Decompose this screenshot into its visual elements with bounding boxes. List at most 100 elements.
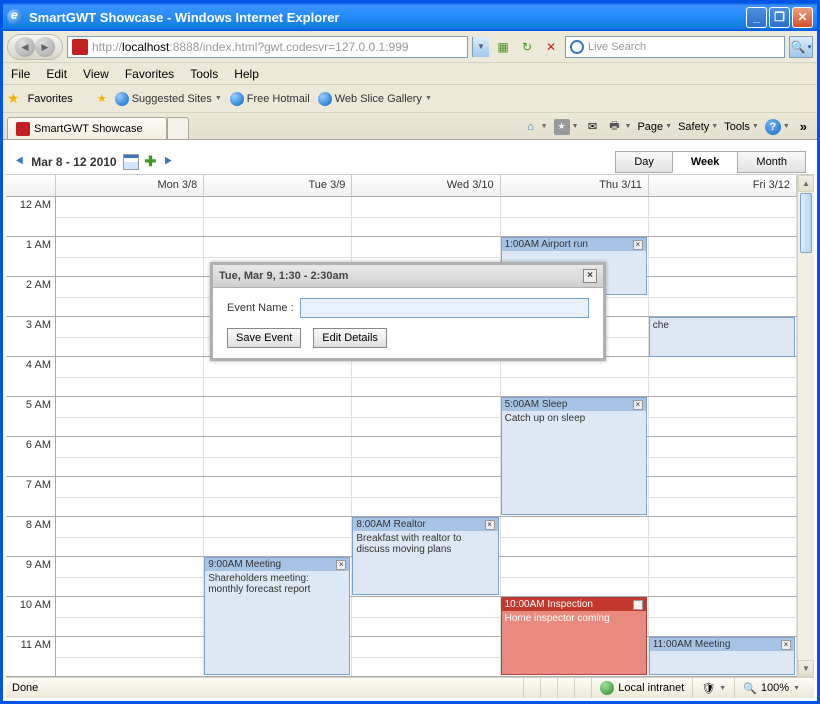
event-close-icon[interactable]: × (336, 560, 346, 570)
event-body: Home inspector coming (502, 611, 646, 626)
scroll-thumb[interactable] (800, 193, 812, 253)
rss-button[interactable]: ★▼ (554, 119, 579, 135)
tools-menu[interactable]: Tools ▼ (724, 121, 759, 133)
hour-row[interactable]: 10 AM (6, 597, 797, 637)
maximize-button[interactable]: ❐ (769, 7, 790, 28)
close-button[interactable]: ✕ (792, 7, 813, 28)
time-label: 6 AM (6, 437, 56, 476)
menu-tools[interactable]: Tools (190, 67, 218, 81)
event-close-icon[interactable]: × (633, 400, 643, 410)
compat-icon[interactable]: ▦ (493, 37, 513, 57)
add-favorite-icon[interactable]: ★ (97, 92, 107, 105)
time-label: 2 AM (6, 277, 56, 316)
refresh-icon[interactable]: ↻ (517, 37, 537, 57)
page-menu[interactable]: Page ▼ (637, 121, 672, 133)
stop-icon[interactable]: ✕ (541, 37, 561, 57)
zoom-control[interactable]: 🔍100% ▼ (734, 678, 808, 698)
search-button[interactable]: 🔍▾ (789, 36, 813, 58)
minimize-button[interactable]: _ (746, 7, 767, 28)
event-realtor[interactable]: 8:00AM Realtor× Breakfast with realtor t… (352, 517, 498, 595)
event-close-icon[interactable]: × (633, 240, 643, 250)
print-button[interactable]: 🖶▼ (607, 119, 632, 135)
time-label: 11 AM (6, 637, 56, 676)
view-week-tab[interactable]: Week (672, 151, 739, 173)
status-text: Done (12, 682, 523, 694)
event-header: 11:00AM Meeting (653, 639, 731, 650)
home-icon: ⌂ (523, 119, 539, 135)
menu-favorites[interactable]: Favorites (125, 67, 174, 81)
event-meeting2[interactable]: 11:00AM Meeting × (649, 637, 795, 675)
event-meeting[interactable]: 9:00AM Meeting× Shareholders meeting: mo… (204, 557, 350, 675)
menu-edit[interactable]: Edit (46, 67, 67, 81)
hour-row[interactable]: 7 AM (6, 477, 797, 517)
hour-row[interactable]: 12 AM (6, 197, 797, 237)
event-body (502, 251, 646, 255)
address-text[interactable]: http://localhost:8888/index.html?gwt.cod… (92, 40, 463, 54)
add-event-icon[interactable]: ✚ (145, 153, 157, 170)
security-zone[interactable]: Local intranet (591, 678, 692, 698)
page-content: ⯇ Mar 8 - 12 2010 ✚ ⯈ Day Week Month Mon… (6, 149, 814, 677)
browser-tab[interactable]: SmartGWT Showcase (7, 117, 167, 139)
event-header: 5:00AM Sleep (505, 399, 568, 410)
prev-range-button[interactable]: ⯇ (14, 153, 25, 170)
edit-details-button[interactable]: Edit Details (313, 328, 387, 348)
event-header: 10:00AM Inspection (505, 599, 593, 610)
address-dropdown[interactable]: ▼ (472, 37, 489, 57)
fav-web-slice[interactable]: Web Slice Gallery ▼ (318, 92, 432, 106)
hour-row[interactable]: 4 AM (6, 357, 797, 397)
menu-view[interactable]: View (83, 67, 109, 81)
event-inspection[interactable]: 10:00AM Inspection × Home inspector comin… (501, 597, 647, 675)
event-name-input[interactable] (300, 298, 589, 318)
nav-back-forward[interactable]: ◄ ► (7, 34, 63, 60)
view-month-tab[interactable]: Month (737, 151, 806, 173)
hour-row[interactable]: 6 AM (6, 437, 797, 477)
safety-menu[interactable]: Safety ▼ (678, 121, 718, 133)
event-header: 9:00AM Meeting (208, 559, 281, 570)
next-range-button[interactable]: ⯈ (162, 153, 173, 170)
event-close-icon[interactable]: × (485, 520, 495, 530)
tab-title: SmartGWT Showcase (34, 123, 143, 135)
address-bar[interactable]: http://localhost:8888/index.html?gwt.cod… (67, 36, 468, 58)
event-body: che (650, 318, 794, 333)
save-event-button[interactable]: Save Event (227, 328, 301, 348)
search-box[interactable]: Live Search (565, 36, 785, 58)
shield-icon: 🛡 (701, 682, 715, 695)
home-button[interactable]: ⌂▼ (523, 119, 548, 135)
ie-small-icon (318, 92, 332, 106)
menu-help[interactable]: Help (234, 67, 259, 81)
favorites-star-icon[interactable]: ★ (7, 90, 20, 107)
fav-suggested-sites[interactable]: Suggested Sites ▼ (115, 92, 222, 106)
tab-site-icon (16, 122, 30, 136)
status-bar: Done Local intranet 🛡▼ 🔍100% ▼ (6, 677, 814, 698)
day-header[interactable]: Fri 3/12 (649, 175, 797, 196)
print-icon: 🖶 (607, 119, 623, 135)
vertical-scrollbar[interactable]: ▲ ▼ (797, 175, 814, 677)
favorites-label[interactable]: Favorites (28, 93, 73, 105)
day-header[interactable]: Thu 3/11 (501, 175, 649, 196)
time-label: 9 AM (6, 557, 56, 596)
event-close-icon[interactable]: × (781, 640, 791, 650)
day-header[interactable]: Mon 3/8 (56, 175, 204, 196)
fav-free-hotmail[interactable]: Free Hotmail (230, 92, 310, 106)
day-header[interactable]: Tue 3/9 (204, 175, 352, 196)
bing-icon (570, 40, 584, 54)
hour-row[interactable]: 5 AM (6, 397, 797, 437)
event-close-icon[interactable]: × (633, 600, 643, 610)
zoom-icon: 🔍 (743, 682, 757, 695)
scroll-down-icon[interactable]: ▼ (798, 660, 814, 677)
new-tab-button[interactable] (167, 117, 189, 139)
datepicker-icon[interactable] (123, 154, 139, 170)
menu-file[interactable]: File (11, 67, 30, 81)
dialog-close-button[interactable]: × (583, 269, 597, 283)
back-icon[interactable]: ◄ (15, 37, 35, 57)
scroll-up-icon[interactable]: ▲ (798, 175, 814, 192)
protected-mode[interactable]: 🛡▼ (692, 678, 734, 698)
forward-icon[interactable]: ► (35, 37, 55, 57)
chevron-expand-icon[interactable]: » (800, 119, 807, 134)
mail-button[interactable]: ✉ (585, 119, 601, 135)
day-header[interactable]: Wed 3/10 (352, 175, 500, 196)
event-partial[interactable]: che (649, 317, 795, 357)
help-button[interactable]: ?▼ (765, 119, 790, 135)
view-day-tab[interactable]: Day (615, 151, 673, 173)
event-sleep[interactable]: 5:00AM Sleep× Catch up on sleep (501, 397, 647, 515)
